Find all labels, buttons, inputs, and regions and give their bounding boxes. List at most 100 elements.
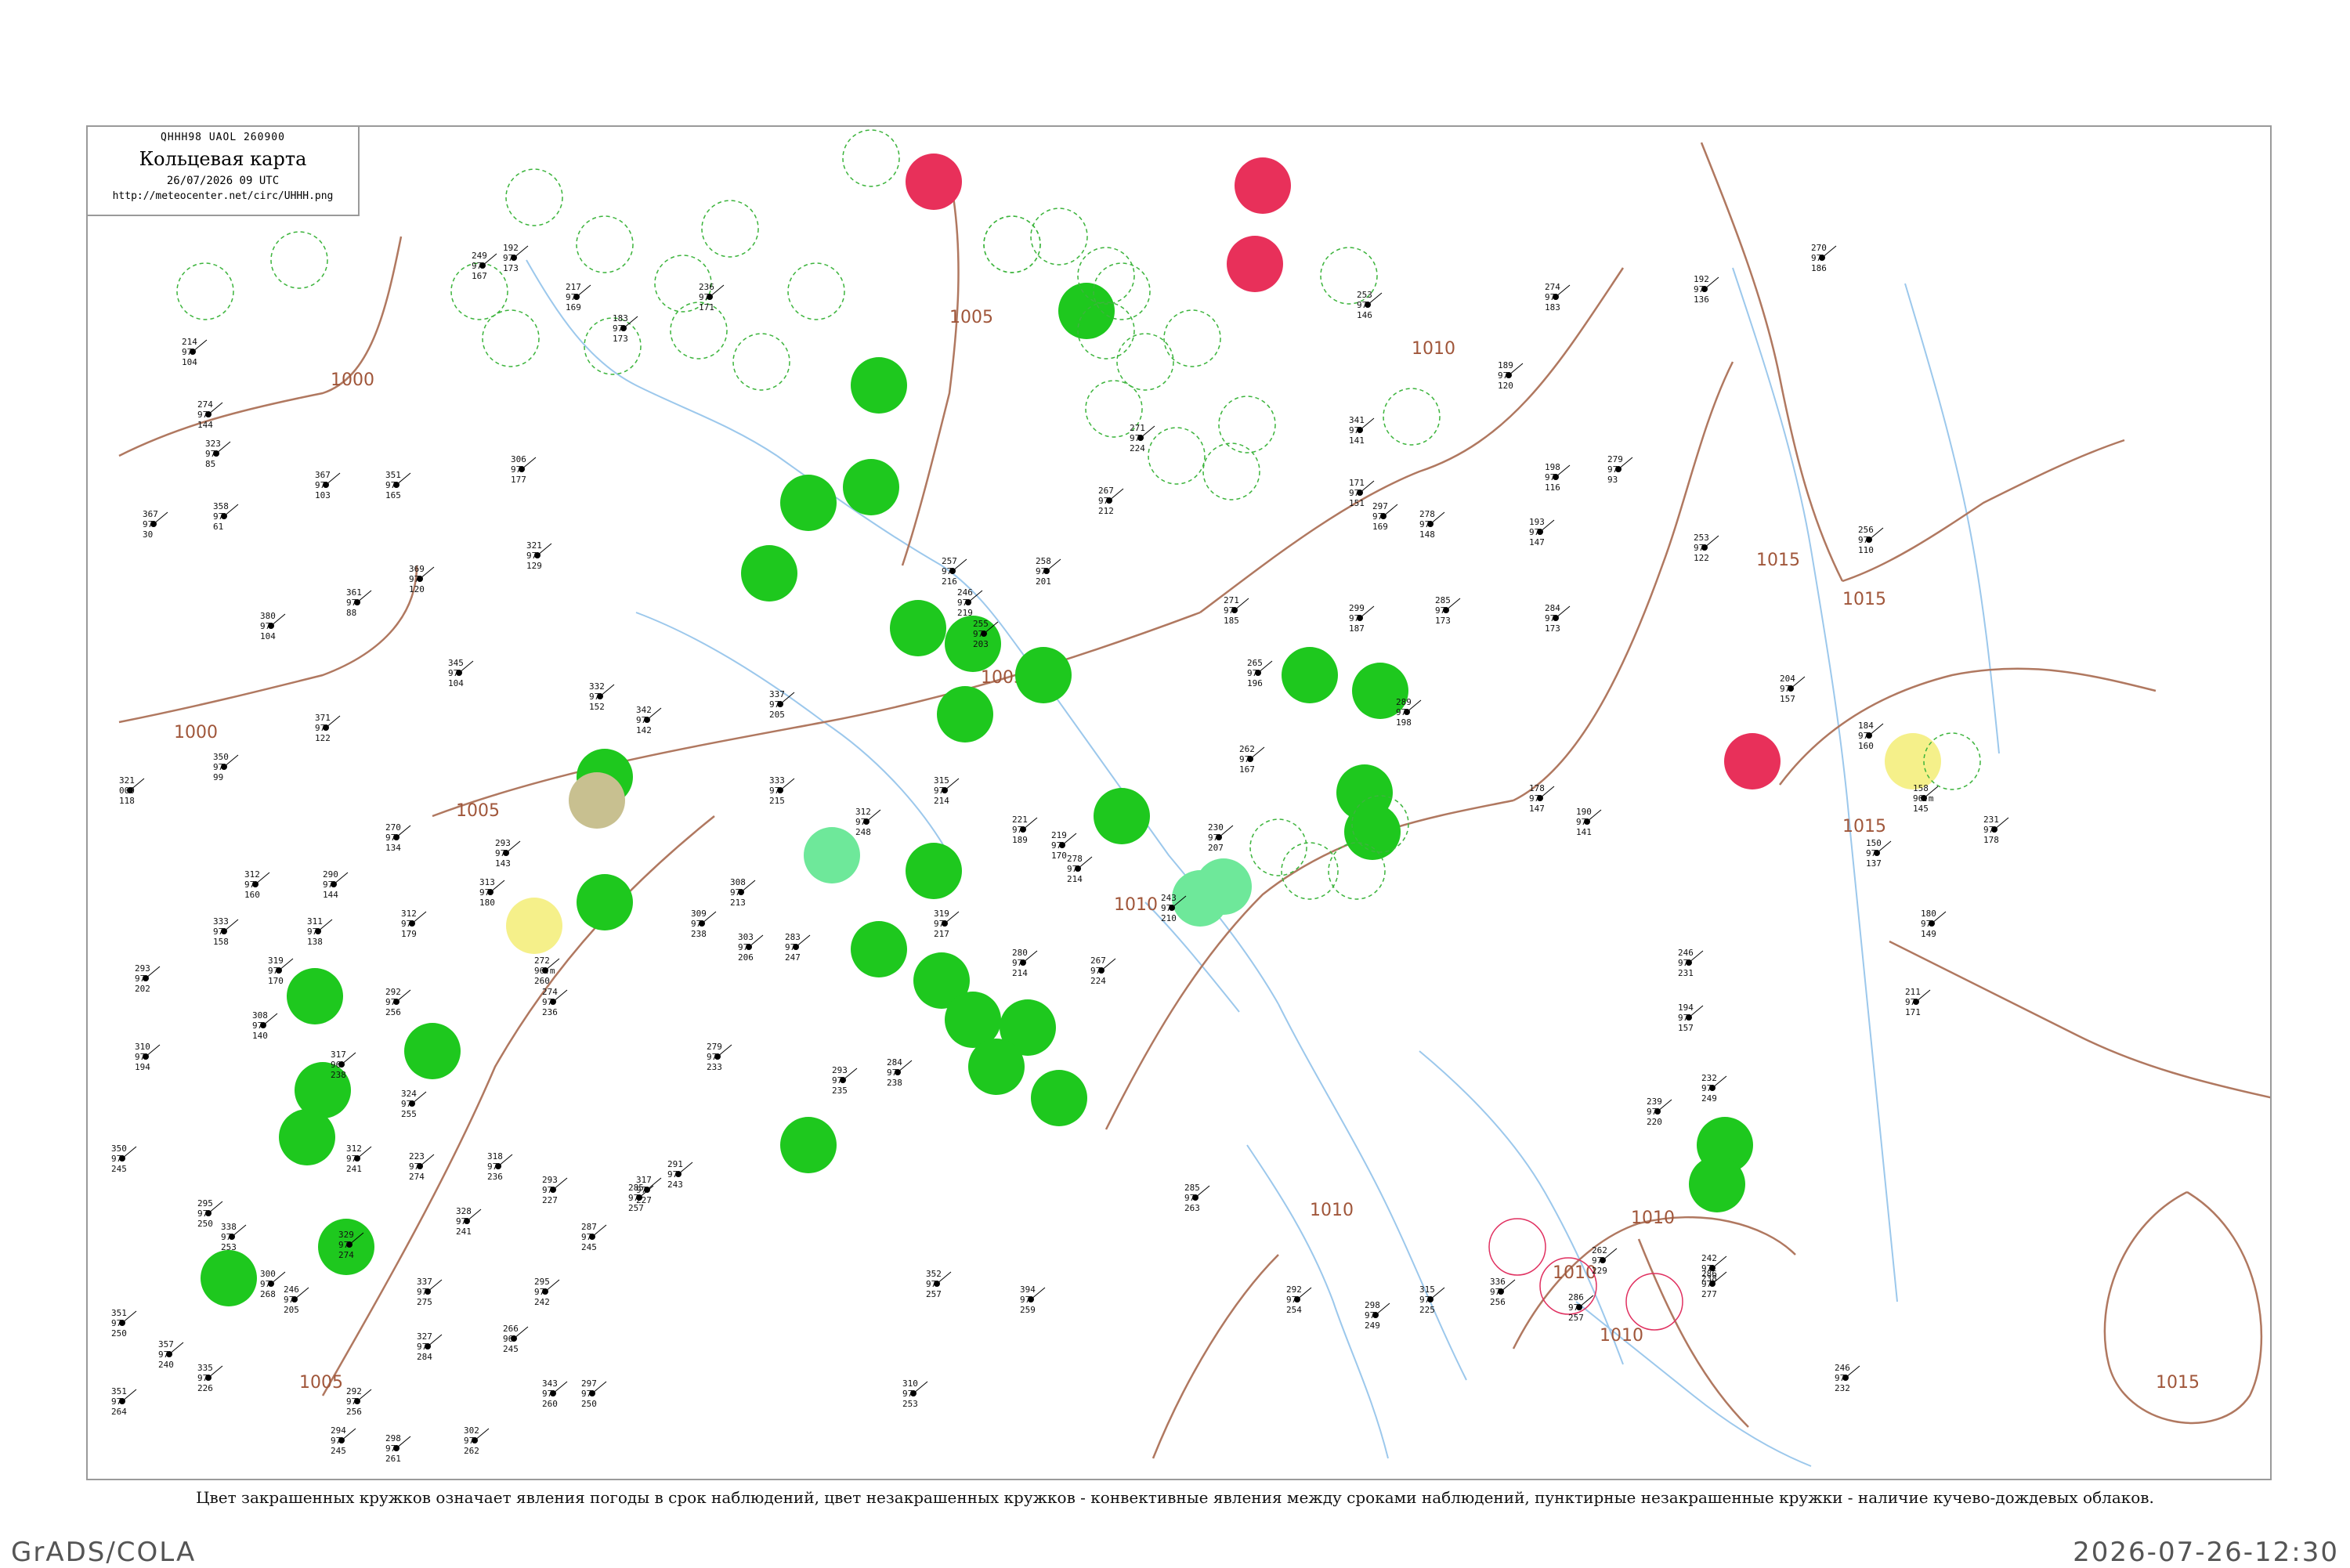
station-plot[interactable]: 28497238 [887,1057,913,1088]
station-plot[interactable]: 3589761 [213,501,239,532]
weather-circle-rain[interactable] [287,968,343,1024]
station-plot[interactable]: 19897116 [1545,462,1571,493]
station-plot[interactable]: 25397122 [1694,533,1719,563]
weather-circle-rain[interactable] [1282,647,1338,703]
weather-circle-rain[interactable] [851,921,907,977]
weather-circle-rain[interactable] [201,1250,257,1306]
station-plot[interactable]: 30897213 [730,877,756,908]
station-plot[interactable]: 30397206 [738,932,764,963]
map-frame[interactable]: 1000 1000 1005 1005 1005 1005 1010 1010 1010 1010… [86,125,2272,1480]
weather-circle-rain[interactable] [851,357,907,414]
station-plot[interactable]: 32897241 [456,1206,482,1237]
station-plot[interactable]: 22397274 [409,1151,435,1182]
station-plot[interactable]: 30097268 [260,1269,286,1299]
station-plot[interactable]: 33397158 [213,916,239,947]
station-plot[interactable]: 32497255 [401,1089,427,1119]
station-plot[interactable]: 24997167 [472,251,497,281]
weather-circle-rain[interactable] [741,545,797,602]
station-plot[interactable]: 29897261 [385,1433,411,1464]
station-plot[interactable]: 31997217 [934,909,960,939]
station-plot[interactable]: 31796238 [331,1050,356,1080]
station-plot[interactable]: 30697177 [511,454,537,485]
station-plot[interactable]: 27197224 [1130,423,1155,453]
weather-circle-rain[interactable] [937,686,993,742]
station-plot[interactable]: 27497144 [197,399,223,430]
station-plot[interactable]: 21497104 [182,337,208,367]
station-plot[interactable]: 21197171 [1905,987,1931,1017]
weather-circle-fog[interactable] [506,898,562,954]
weather-circle-rain[interactable] [780,1117,837,1173]
station-plot[interactable]: 29297256 [346,1386,372,1417]
station-plot[interactable]: 33897253 [221,1222,247,1252]
weather-circle-rain[interactable] [577,874,633,930]
weather-circle-thunder[interactable] [1227,236,1283,292]
station-plot[interactable]: 27097186 [1811,243,1837,273]
station-plot[interactable]: 31897236 [487,1151,513,1182]
station-plot[interactable]: 29597242 [534,1277,560,1307]
weather-circle-thunder[interactable] [1235,157,1291,214]
map-source-url[interactable]: http://meteocenter.net/circ/UHHH.png [88,190,358,202]
weather-circle-shower[interactable] [1195,858,1252,915]
station-plot[interactable]: 33797205 [769,689,795,720]
station-plot[interactable]: 17897147 [1529,783,1555,814]
station-plot[interactable]: 24697219 [957,587,983,618]
weather-circle-rain[interactable] [1094,788,1150,844]
station-plot[interactable]: 27097134 [385,822,411,853]
station-plot[interactable]: 2799793 [1607,454,1633,485]
station-plot[interactable]: 26696245 [503,1324,529,1354]
station-plot[interactable]: 31197138 [307,916,333,947]
station-plot[interactable]: 25697110 [1858,525,1884,555]
station-plot[interactable]: 28597173 [1435,595,1461,626]
station-plot[interactable]: 27197185 [1224,595,1249,626]
station-plot[interactable]: 29297254 [1286,1284,1312,1315]
station-plot[interactable]: 23997220 [1647,1097,1672,1127]
station-plot[interactable]: 27497236 [542,987,568,1017]
weather-circle-rain[interactable] [890,600,946,656]
station-plot[interactable]: 29597250 [197,1198,223,1229]
weather-circle-rain[interactable] [1689,1156,1745,1212]
weather-circle-rain[interactable] [1058,283,1115,339]
station-plot[interactable]: 27897214 [1067,854,1093,884]
station-plot[interactable]: 28097214 [1012,948,1038,978]
station-plot[interactable]: 28497173 [1545,603,1571,634]
station-plot[interactable]: 35197165 [385,470,411,500]
station-plot[interactable]: 27897148 [1419,509,1445,540]
station-plot[interactable]: 29197243 [667,1159,693,1190]
station-plot[interactable]: 35197250 [111,1308,137,1339]
station-plot[interactable]: 31097253 [902,1378,928,1409]
station-plot[interactable]: 34197141 [1349,415,1375,446]
station-plot[interactable]: 29397235 [832,1065,858,1096]
station-plot[interactable]: 31297241 [346,1143,372,1174]
station-plot[interactable]: 29497245 [331,1425,356,1456]
station-plot[interactable]: 24697232 [1835,1363,1860,1393]
station-plot[interactable]: 38097104 [260,611,286,641]
station-plot[interactable]: 31397180 [479,877,505,908]
station-plot[interactable]: 30897140 [252,1010,278,1041]
station-plot[interactable]: 33297152 [589,681,615,712]
station-plot[interactable]: 23297249 [1701,1073,1727,1104]
weather-circle-rain[interactable] [1015,647,1072,703]
station-plot[interactable]: 19497157 [1678,1003,1704,1033]
station-plot[interactable]: 26797224 [1090,956,1116,986]
station-plot[interactable]: 19397147 [1529,517,1555,547]
station-plot[interactable]: 28597263 [1184,1183,1210,1213]
station-plot[interactable]: 37197122 [315,713,341,743]
station-plot[interactable]: 39497259 [1020,1284,1046,1315]
station-plot[interactable]: 23697171 [699,282,725,313]
station-plot[interactable]: 29897249 [1365,1300,1390,1331]
station-plot[interactable]: 30297262 [464,1425,490,1456]
station-plot[interactable]: 18497160 [1858,721,1884,751]
station-plot[interactable]: 29297256 [385,987,411,1017]
station-plot[interactable]: 23097207 [1208,822,1234,853]
station-plot[interactable]: 33697256 [1490,1277,1516,1307]
station-plot[interactable]: 27997233 [707,1042,732,1072]
station-plot[interactable]: 31297248 [855,807,881,837]
weather-circle-rain[interactable] [780,475,837,531]
station-plot[interactable]: 15097137 [1866,838,1892,869]
station-plot[interactable]: 36797103 [315,470,341,500]
synoptic-map[interactable]: 1000100010051005100510051010101010101010… [88,127,2272,1480]
weather-circle-dust[interactable] [569,772,625,829]
station-plot[interactable]: 28697277 [1701,1269,1727,1299]
station-plot[interactable]: 27296.m260 [534,956,560,986]
weather-circle-rain[interactable] [843,459,899,515]
